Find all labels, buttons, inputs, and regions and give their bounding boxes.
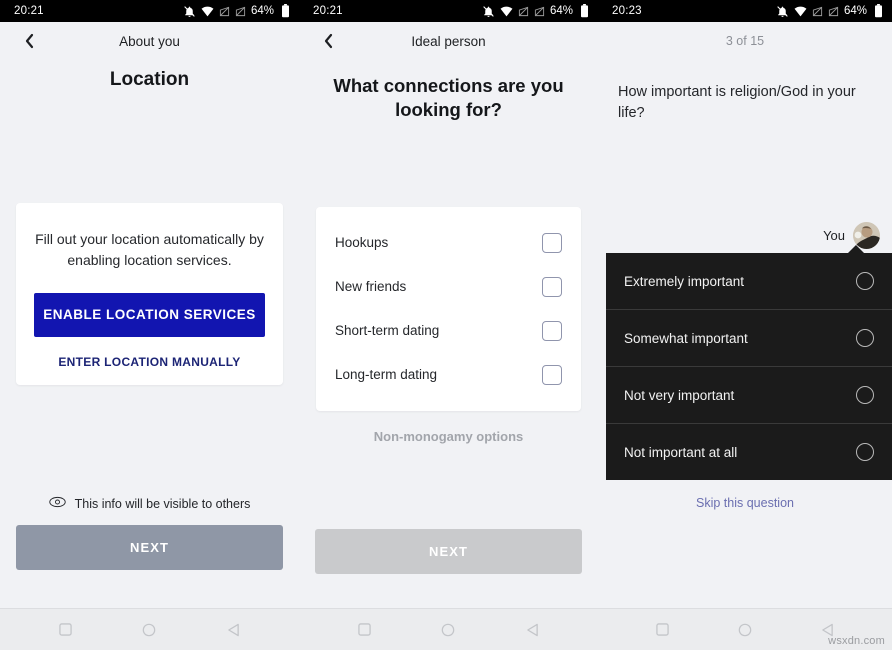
eye-icon	[48, 496, 66, 511]
checkbox-long-term-dating[interactable]	[542, 364, 562, 385]
bell-muted-icon	[482, 5, 495, 18]
location-card: Fill out your location automatically by …	[16, 203, 283, 386]
battery-percent: 64%	[250, 5, 274, 17]
nav-title: About you	[119, 33, 180, 49]
phone-screen-location: 20:21 64% About you Location Fill out yo…	[0, 0, 299, 650]
answers-list: Extremely important Somewhat important N…	[606, 253, 892, 481]
skip-question-link[interactable]: Skip this question	[598, 480, 892, 510]
app-header: 3 of 15	[598, 22, 892, 60]
answer-row-not-important-at-all[interactable]: Not important at all	[606, 424, 892, 480]
signal-off-icon	[518, 5, 529, 18]
you-label: You	[823, 228, 845, 244]
bell-muted-icon	[183, 5, 196, 18]
enter-location-manually-link[interactable]: ENTER LOCATION MANUALLY	[34, 355, 265, 369]
step-counter: 3 of 15	[725, 34, 765, 48]
checkbox-short-term-dating[interactable]	[542, 320, 562, 341]
android-nav-bar	[299, 608, 598, 650]
status-time: 20:21	[14, 5, 44, 17]
circle-icon[interactable]	[142, 623, 156, 637]
battery-icon	[281, 4, 290, 18]
option-label: New friends	[335, 279, 407, 295]
option-row-new-friends[interactable]: New friends	[316, 265, 581, 309]
spacer-bottom	[0, 385, 299, 496]
radio-not-very-important[interactable]	[856, 386, 874, 405]
status-bar: 20:21 64%	[0, 0, 299, 22]
battery-icon	[874, 4, 883, 18]
wifi-icon	[500, 5, 513, 18]
answer-label: Extremely important	[624, 273, 745, 289]
spacer-top	[299, 121, 598, 206]
option-label: Long-term dating	[335, 367, 438, 383]
watermark: wsxdn.com	[828, 635, 885, 647]
status-time: 20:21	[313, 5, 343, 17]
page-title: Location	[109, 69, 190, 90]
option-row-hookups[interactable]: Hookups	[316, 221, 581, 265]
nav-title: Ideal person	[411, 33, 486, 49]
battery-icon	[580, 4, 589, 18]
visibility-notice: This info will be visible to others	[0, 496, 299, 525]
triangle-back-icon[interactable]	[227, 623, 240, 637]
spacer-bottom	[299, 444, 598, 529]
spacer-bottom	[598, 510, 892, 608]
phone-screen-connections: 20:21 64% Ideal person What connections …	[299, 0, 598, 650]
signal-off-icon	[235, 5, 246, 18]
triangle-back-icon[interactable]	[526, 623, 539, 637]
status-time: 20:23	[612, 5, 642, 17]
signal-off-icon	[534, 5, 545, 18]
radio-not-important-at-all[interactable]	[856, 443, 874, 462]
option-label: Hookups	[335, 235, 389, 251]
spacer-top	[598, 124, 892, 222]
checkbox-new-friends[interactable]	[542, 276, 562, 297]
radio-somewhat-important[interactable]	[856, 329, 874, 348]
status-icon-group: 64%	[776, 4, 883, 18]
answer-label: Not very important	[624, 387, 735, 403]
checkbox-hookups[interactable]	[542, 232, 562, 253]
visibility-notice-text: This info will be visible to others	[74, 496, 251, 511]
chevron-left-icon[interactable]	[317, 30, 339, 52]
status-icon-group: 64%	[183, 4, 290, 18]
question-text: How important is religion/God in your li…	[618, 84, 856, 122]
enable-location-services-button[interactable]: ENABLE LOCATION SERVICES	[34, 293, 265, 338]
radio-extremely-important[interactable]	[856, 272, 874, 291]
android-nav-bar	[0, 608, 299, 650]
answer-row-somewhat-important[interactable]: Somewhat important	[606, 310, 892, 368]
option-label: Short-term dating	[335, 323, 440, 339]
option-row-short-term-dating[interactable]: Short-term dating	[316, 309, 581, 353]
screenshot-collage: 20:21 64% About you Location Fill out yo…	[0, 0, 892, 650]
app-header: About you	[0, 22, 299, 60]
location-card-body: Fill out your location automatically by …	[35, 231, 264, 269]
non-monogamy-options-link[interactable]: Non-monogamy options	[299, 411, 598, 444]
chevron-left-icon[interactable]	[18, 30, 40, 52]
battery-percent: 64%	[843, 5, 867, 17]
spacer-top	[0, 92, 299, 203]
circle-icon[interactable]	[738, 623, 752, 637]
app-header: Ideal person	[299, 22, 598, 60]
phone-screen-question: 20:23 64% 3 of 15 How important is relig…	[598, 0, 892, 650]
status-icon-group: 64%	[482, 4, 589, 18]
square-icon[interactable]	[358, 623, 371, 636]
wifi-icon	[794, 5, 807, 18]
wifi-icon	[201, 5, 214, 18]
next-button[interactable]: NEXT	[16, 525, 283, 570]
status-bar: 20:23 64%	[598, 0, 892, 22]
answer-row-not-very-important[interactable]: Not very important	[606, 367, 892, 425]
signal-off-icon	[828, 5, 839, 18]
signal-off-icon	[219, 5, 230, 18]
next-button[interactable]: NEXT	[315, 529, 582, 574]
square-icon[interactable]	[656, 623, 670, 636]
circle-icon[interactable]	[441, 623, 455, 637]
option-row-long-term-dating[interactable]: Long-term dating	[316, 353, 581, 397]
square-icon[interactable]	[59, 623, 72, 636]
answer-label: Not important at all	[624, 444, 738, 460]
status-bar: 20:21 64%	[299, 0, 598, 22]
battery-percent: 64%	[549, 5, 573, 17]
bell-muted-icon	[776, 5, 789, 18]
connections-options-card: Hookups New friends Short-term dating Lo…	[316, 206, 581, 411]
answer-row-extremely-important[interactable]: Extremely important	[606, 253, 892, 311]
answer-label: Somewhat important	[624, 330, 748, 346]
answers-panel: Extremely important Somewhat important N…	[606, 245, 892, 481]
signal-off-icon	[812, 5, 823, 18]
caret-up-icon	[847, 245, 865, 255]
page-title: What connections are you looking for?	[333, 75, 564, 120]
